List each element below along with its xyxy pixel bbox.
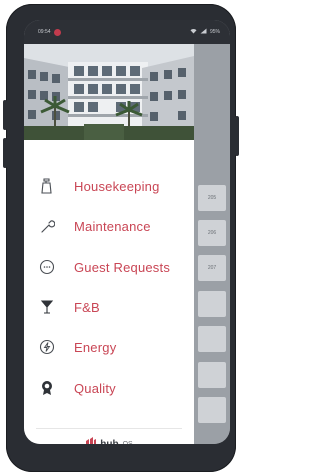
brand-name: hub (100, 438, 119, 445)
cocktail-glass-icon (38, 298, 56, 316)
menu-label: Guest Requests (74, 259, 171, 275)
award-ribbon-icon (38, 379, 56, 397)
lightning-bolt-icon (38, 338, 56, 356)
menu-label: Quality (74, 380, 116, 396)
hotel-header-image (24, 44, 194, 140)
wrench-icon (38, 217, 56, 235)
menu-label: Energy (74, 339, 117, 355)
phone-frame: 09:54 95% 205 206 207 Housekeeping Maint… (3, 4, 239, 472)
power-button (3, 138, 7, 168)
signal-icon (200, 28, 207, 36)
room-card[interactable] (198, 291, 226, 317)
status-time: 09:54 (38, 29, 51, 35)
room-list-backdrop[interactable]: 205 206 207 (194, 44, 230, 444)
spray-bottle-icon (38, 177, 56, 195)
room-card[interactable] (198, 362, 226, 388)
menu-item-f-and-b[interactable]: F&B (24, 292, 194, 322)
menu-item-guest-requests[interactable]: Guest Requests (24, 252, 194, 282)
menu-label: Maintenance (74, 218, 151, 234)
menu-label: Housekeeping (74, 178, 160, 194)
navigation-drawer: Housekeeping Maintenance Guest Requests … (24, 44, 194, 444)
room-card[interactable] (198, 397, 226, 423)
hub-logo-icon (85, 435, 97, 444)
brand-logo: hub OS (24, 436, 194, 444)
menu-label: F&B (74, 299, 100, 315)
menu-item-maintenance[interactable]: Maintenance (24, 211, 194, 241)
room-card[interactable]: 206 (198, 220, 226, 246)
status-bar: 09:54 95% (24, 20, 230, 44)
menu-item-quality[interactable]: Quality (24, 373, 194, 403)
wifi-icon (190, 28, 197, 36)
phone-screen: 09:54 95% 205 206 207 Housekeeping Maint… (24, 20, 230, 444)
room-card[interactable] (198, 326, 226, 352)
room-card[interactable]: 205 (198, 185, 226, 211)
battery-level: 95% (209, 29, 220, 35)
side-button (235, 116, 239, 156)
chat-bubble-icon (38, 258, 56, 276)
menu-item-housekeeping[interactable]: Housekeeping (24, 171, 194, 201)
app-notification-icon (53, 28, 61, 36)
drawer-divider (36, 428, 182, 429)
room-card[interactable]: 207 (198, 255, 226, 281)
menu-item-energy[interactable]: Energy (24, 332, 194, 362)
volume-button (3, 100, 7, 130)
brand-suffix: OS (122, 440, 133, 445)
